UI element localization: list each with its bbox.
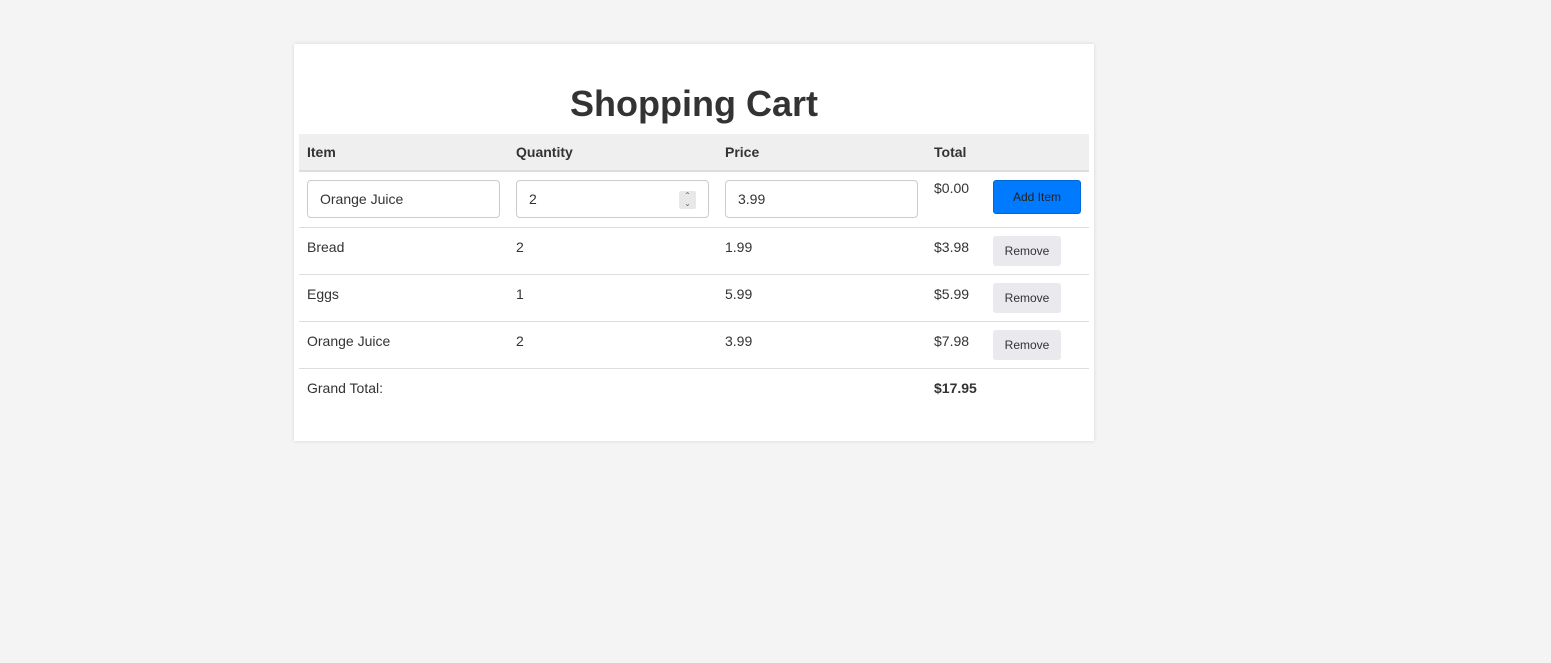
header-action [985, 134, 1089, 172]
header-item: Item [299, 134, 508, 172]
item-quantity: 1 [508, 274, 717, 322]
price-value: 3.99 [738, 191, 766, 207]
item-name: Bread [299, 227, 508, 275]
item-quantity: 2 [508, 227, 717, 275]
header-price: Price [717, 134, 926, 172]
header-total: Total [926, 134, 985, 172]
cart-table: Item Quantity Price Total Orange Juice 2 [299, 134, 1089, 404]
quantity-input[interactable]: 2 ⌃ ⌄ [516, 180, 709, 218]
item-price: 5.99 [717, 274, 926, 322]
table-header-row: Item Quantity Price Total [299, 134, 1089, 172]
item-total: $3.98 [926, 227, 985, 275]
page-title: Shopping Cart [570, 83, 818, 124]
table-row: Eggs 1 5.99 $5.99 Remove [299, 274, 1089, 322]
item-name-value: Orange Juice [320, 191, 404, 207]
quantity-stepper[interactable]: ⌃ ⌄ [679, 191, 696, 209]
item-price: 3.99 [717, 321, 926, 369]
remove-button[interactable]: Remove [993, 282, 1061, 313]
item-name-input[interactable]: Orange Juice [307, 180, 500, 218]
header-quantity: Quantity [508, 134, 717, 172]
item-name: Eggs [299, 274, 508, 322]
item-total: $5.99 [926, 274, 985, 322]
quantity-value: 2 [529, 191, 537, 207]
grand-total-row: Grand Total: $17.95 [299, 368, 1089, 404]
add-item-button[interactable]: Add Item [993, 180, 1081, 214]
table-row: Bread 2 1.99 $3.98 Remove [299, 227, 1089, 275]
remove-button[interactable]: Remove [993, 235, 1061, 266]
item-total: $7.98 [926, 321, 985, 369]
new-item-total: $0.00 [926, 171, 985, 228]
remove-button[interactable]: Remove [993, 329, 1061, 360]
cart-card: Shopping Cart Item Quantity Price Total … [294, 44, 1094, 441]
price-input[interactable]: 3.99 [725, 180, 918, 218]
grand-total-value: $17.95 [934, 379, 977, 396]
chevron-down-icon[interactable]: ⌄ [684, 200, 691, 208]
item-price: 1.99 [717, 227, 926, 275]
new-item-row: Orange Juice 2 ⌃ ⌄ 3.99 $0.00 Add Item [299, 171, 1089, 228]
item-name: Orange Juice [299, 321, 508, 369]
grand-total-label: Grand Total: [307, 379, 384, 396]
item-quantity: 2 [508, 321, 717, 369]
table-row: Orange Juice 2 3.99 $7.98 Remove [299, 321, 1089, 369]
